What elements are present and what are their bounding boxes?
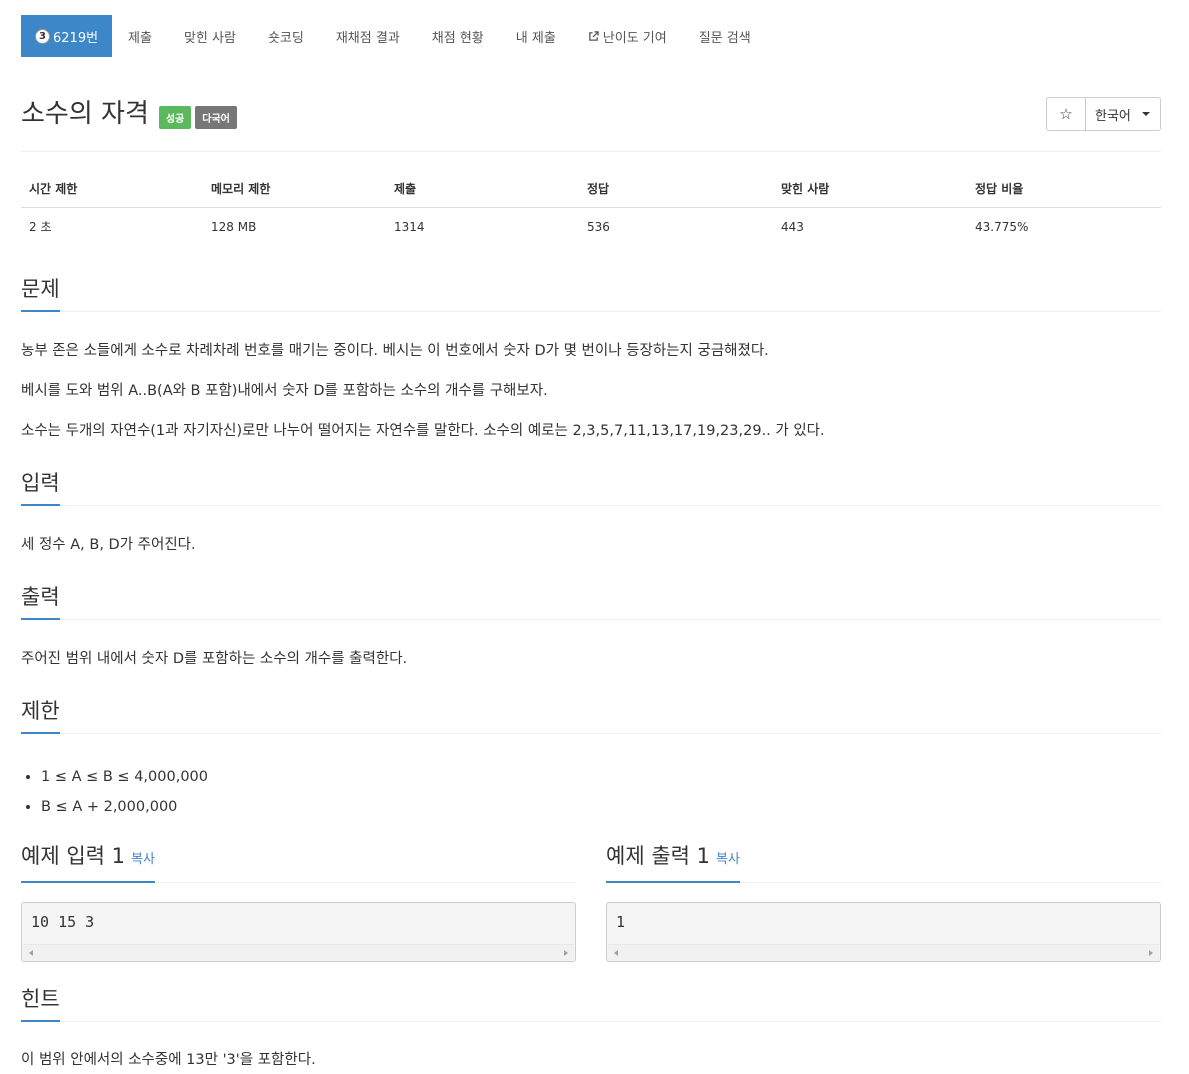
star-button[interactable]: ☆: [1046, 97, 1085, 131]
value-memory-limit: 128 MB: [211, 219, 257, 234]
nav-short-coding[interactable]: 숏코딩: [252, 15, 320, 57]
header-solved-users: 맞힌 사람: [773, 172, 967, 208]
nav-status[interactable]: 채점 현황: [416, 15, 500, 57]
header-submissions: 제출: [386, 172, 579, 208]
value-submissions: 1314: [394, 219, 425, 234]
list-item: B ≤ A + 2,000,000: [41, 792, 208, 822]
limit-list: 1 ≤ A ≤ B ≤ 4,000,000 B ≤ A + 2,000,000: [21, 762, 208, 822]
section-output-title: 출력: [21, 584, 60, 620]
scroll-left-icon[interactable]: [29, 950, 33, 956]
section-limit-title: 제한: [21, 698, 60, 734]
value-time-limit: 2 초: [29, 220, 52, 234]
sample-output-title: 예제 출력 1: [606, 844, 710, 868]
sample-input-header: 예제 입력 1 복사: [21, 843, 576, 883]
scroll-left-icon[interactable]: [614, 950, 618, 956]
star-icon: ☆: [1059, 105, 1073, 123]
scroll-right-icon[interactable]: [564, 950, 568, 956]
problem-text-line-2: 베시를 도와 범위 A..B(A와 B 포함)내에서 숫자 D를 포함하는 소수…: [21, 383, 548, 399]
caret-down-icon: [1142, 112, 1150, 116]
section-limit-header: 제한: [21, 698, 1161, 734]
section-hint-header: 힌트: [21, 986, 1161, 1022]
hint-text: 이 범위 안에서의 소수중에 13만 '3'을 포함한다.: [21, 1052, 316, 1068]
sample-input-title: 예제 입력 1: [21, 844, 125, 868]
horizontal-scrollbar[interactable]: [608, 944, 1159, 960]
problem-text-line-3: 소수는 두개의 자연수(1과 자기자신)로만 나누어 떨어지는 자연수를 말한다…: [21, 423, 825, 439]
tier-badge-icon: 3: [35, 28, 50, 44]
problem-text-line-1: 농부 존은 소들에게 소수로 차례차례 번호를 매기는 중이다. 베시는 이 번…: [21, 343, 769, 359]
value-accepted: 536: [587, 219, 610, 234]
nav-submit[interactable]: 제출: [112, 15, 168, 57]
copy-output-link[interactable]: 복사: [716, 852, 740, 867]
section-output-header: 출력: [21, 584, 1161, 620]
header-accept-rate: 정답 비율: [967, 172, 1161, 208]
nav-my-submissions[interactable]: 내 제출: [500, 15, 572, 57]
section-input-header: 입력: [21, 470, 1161, 506]
header-memory-limit: 메모리 제한: [203, 172, 386, 208]
language-label: 한국어: [1095, 108, 1131, 124]
section-hint-title: 힌트: [21, 986, 60, 1022]
status-badge: 성공: [158, 106, 192, 129]
external-link-icon: [588, 30, 599, 41]
title-controls: ☆ 한국어: [1046, 97, 1161, 131]
nav-rejudge-results[interactable]: 재채점 결과: [320, 15, 416, 57]
problem-menu: 3 6219번 제출 맞힌 사람 숏코딩 재채점 결과 채점 현황 내 제출 난…: [21, 15, 767, 57]
table-header-row: 시간 제한 메모리 제한 제출 정답 맞힌 사람 정답 비율: [21, 172, 1161, 208]
section-problem-title: 문제: [21, 276, 60, 312]
sample-output-heading: 예제 출력 1 복사: [606, 843, 740, 883]
sample-input-box[interactable]: 10 15 3: [21, 902, 576, 962]
section-input-title: 입력: [21, 470, 60, 506]
header-accepted: 정답: [579, 172, 773, 208]
multilang-badge: 다국어: [195, 106, 237, 129]
list-item: 1 ≤ A ≤ B ≤ 4,000,000: [41, 762, 208, 792]
header-time-limit: 시간 제한: [21, 172, 203, 208]
horizontal-scrollbar[interactable]: [23, 944, 574, 960]
nav-problem-label: 6219번: [53, 30, 99, 46]
sample-output-header: 예제 출력 1 복사: [606, 843, 1161, 883]
output-description: 주어진 범위 내에서 숫자 D를 포함하는 소수의 개수를 출력한다.: [21, 651, 408, 667]
problem-title: 소수의 자격: [21, 99, 149, 129]
input-description: 세 정수 A, B, D가 주어진다.: [21, 537, 196, 553]
section-problem-header: 문제: [21, 276, 1161, 312]
sample-output-box[interactable]: 1: [606, 902, 1161, 962]
sample-input-heading: 예제 입력 1 복사: [21, 843, 155, 883]
sample-input-value: 10 15 3: [31, 913, 95, 931]
value-accept-rate: 43.775%: [975, 219, 1029, 234]
table-row: 2 초 128 MB 1314 536 443 43.775%: [21, 208, 1161, 246]
nav-question-search[interactable]: 질문 검색: [683, 15, 767, 57]
nav-difficulty-label: 난이도 기여: [602, 30, 667, 46]
language-select[interactable]: 한국어: [1085, 97, 1161, 131]
copy-input-link[interactable]: 복사: [131, 852, 155, 867]
problem-info-table: 시간 제한 메모리 제한 제출 정답 맞힌 사람 정답 비율 2 초 128 M…: [21, 172, 1161, 245]
title-row: 소수의 자격 성공 다국어: [21, 98, 237, 130]
scroll-right-icon[interactable]: [1149, 950, 1153, 956]
nav-difficulty-contribution[interactable]: 난이도 기여: [572, 15, 683, 57]
value-solved-users: 443: [781, 219, 804, 234]
nav-solved-users[interactable]: 맞힌 사람: [168, 15, 252, 57]
title-divider: [21, 151, 1161, 152]
nav-problem[interactable]: 3 6219번: [21, 15, 113, 57]
sample-output-value: 1: [616, 913, 626, 931]
